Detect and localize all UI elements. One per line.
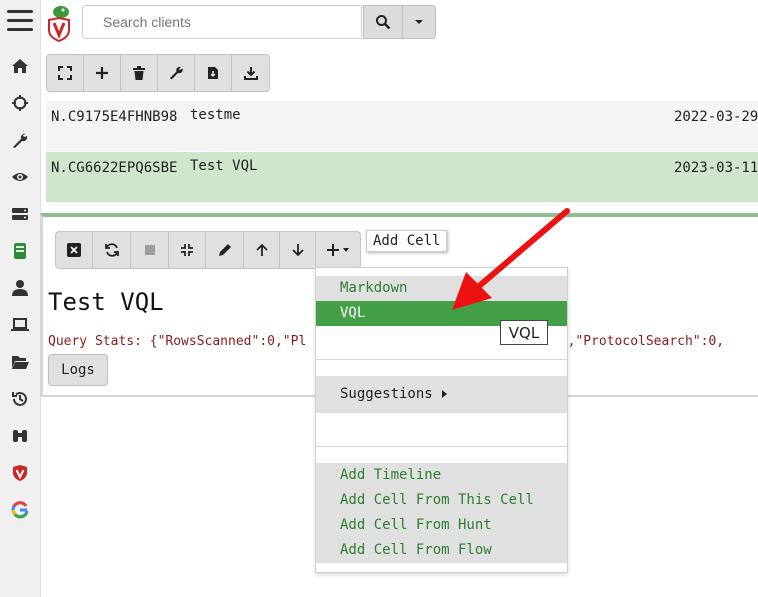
annotation-arrow-icon xyxy=(452,208,570,310)
